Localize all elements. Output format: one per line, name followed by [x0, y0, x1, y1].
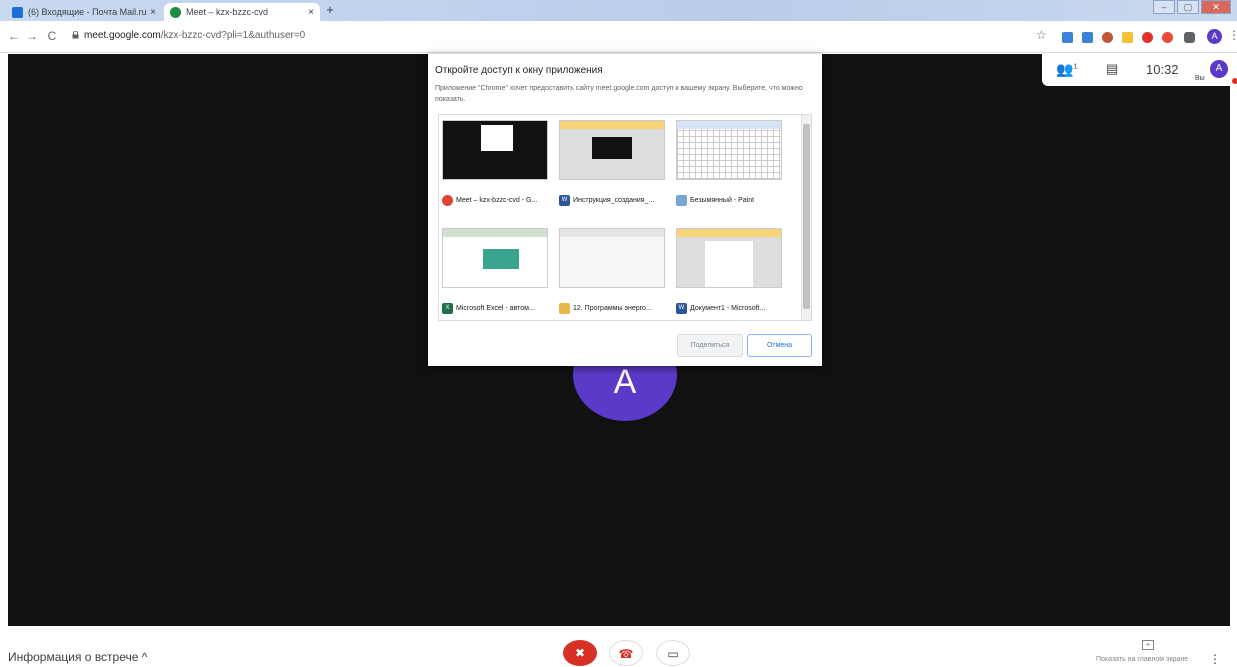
- extension-icon[interactable]: [1122, 32, 1133, 43]
- cancel-button[interactable]: Отмена: [747, 334, 812, 357]
- new-tab-button[interactable]: +: [322, 3, 338, 18]
- word-icon: W: [559, 194, 570, 206]
- browser-toolbar: ← → C meet.google.com/kzx-bzzc-cvd?pli=1…: [0, 21, 1237, 53]
- window-option[interactable]: W Документ1 - Microsoft...: [673, 223, 785, 323]
- extensions-puzzle-icon[interactable]: [1184, 32, 1195, 43]
- url-host: meet.google.com: [84, 30, 161, 41]
- window-title: Microsoft Excel - автом...: [456, 304, 535, 312]
- self-status-dot: [1232, 78, 1237, 84]
- meeting-clock: 10:32: [1146, 62, 1179, 77]
- maximize-button[interactable]: ▢: [1177, 0, 1199, 14]
- tab-meet[interactable]: Meet – kzx-bzzc-cvd ×: [164, 3, 320, 21]
- extension-icon[interactable]: [1062, 32, 1073, 43]
- window-thumbnail: [676, 120, 782, 180]
- forward-button[interactable]: →: [24, 28, 40, 44]
- window-label: W Инструкция_создания_...: [559, 193, 669, 207]
- window-title: Инструкция_создания_...: [573, 196, 655, 204]
- window-label: Meet – kzx-bzzc-cvd - G...: [442, 193, 552, 207]
- close-tab-icon[interactable]: ×: [150, 7, 156, 18]
- present-label[interactable]: Показать на главном экране: [1096, 656, 1188, 663]
- more-options-icon[interactable]: ⋮: [1209, 652, 1221, 666]
- minimize-button[interactable]: –: [1153, 0, 1175, 14]
- back-button[interactable]: ←: [6, 28, 22, 44]
- window-thumbnail: [442, 228, 548, 288]
- tab-title: Meet – kzx-bzzc-cvd: [186, 7, 269, 17]
- mic-off-icon: ✖: [574, 646, 586, 660]
- window-title: Meet – kzx-bzzc-cvd - G...: [456, 196, 538, 204]
- window-label: W Документ1 - Microsoft...: [676, 301, 786, 315]
- window-thumbnail: [676, 228, 782, 288]
- meeting-info-panel: 👥1 ▤ 10:32 Вы A: [1042, 54, 1237, 86]
- extension-icon[interactable]: [1082, 32, 1093, 43]
- extension-icon[interactable]: [1102, 32, 1113, 43]
- phone-hangup-icon: ☎: [618, 647, 634, 661]
- close-tab-icon[interactable]: ×: [308, 7, 314, 18]
- word-icon: W: [676, 302, 687, 314]
- bookmark-star-icon[interactable]: ☆: [1036, 28, 1047, 42]
- window-option[interactable]: Безымянный - Paint: [673, 115, 785, 215]
- window-thumbnail: [442, 120, 548, 180]
- camera-button[interactable]: ▭: [656, 640, 690, 666]
- hangup-button[interactable]: ☎: [609, 640, 643, 666]
- scrollbar[interactable]: [801, 115, 811, 320]
- dialog-description: Приложение "Chrome" хочет предоставить с…: [435, 85, 803, 103]
- window-option[interactable]: W Инструкция_создания_...: [556, 115, 668, 215]
- you-label: Вы: [1195, 75, 1205, 82]
- camera-icon: ▭: [667, 647, 679, 661]
- meeting-controls-bar: Информация о встрече ^ ✖ ☎ ▭ + Показать …: [0, 626, 1237, 666]
- people-icon: 👥: [1056, 61, 1074, 77]
- window-thumbnail: [559, 120, 665, 180]
- chrome-icon: [442, 194, 453, 206]
- excel-icon: X: [442, 302, 453, 314]
- people-count: 1: [1073, 63, 1078, 71]
- opera-icon[interactable]: [1142, 32, 1153, 43]
- window-option[interactable]: Meet – kzx-bzzc-cvd - G...: [439, 115, 551, 215]
- window-title: Безымянный - Paint: [690, 196, 755, 204]
- url-path: /kzx-bzzc-cvd?pli=1&authuser=0: [160, 30, 306, 41]
- meet-icon: [170, 6, 181, 18]
- window-label: Безымянный - Paint: [676, 193, 786, 207]
- chat-icon[interactable]: ▤: [1106, 61, 1118, 77]
- window-label: 12. Программы энерго...: [559, 301, 669, 315]
- extension-icon[interactable]: [1162, 32, 1173, 43]
- tab-title: (6) Входящие - Почта Mail.ru: [28, 7, 147, 17]
- lock-icon: [72, 30, 79, 39]
- window-picker-grid: Meet – kzx-bzzc-cvd - G... W Инструкция_…: [438, 114, 812, 321]
- browser-menu-icon[interactable]: ⋮: [1228, 28, 1237, 42]
- paint-icon: [676, 194, 687, 206]
- share-window-dialog: Откройте доступ к окну приложения Прилож…: [428, 54, 822, 366]
- tab-mail[interactable]: (6) Входящие - Почта Mail.ru ×: [6, 3, 162, 21]
- mic-off-button[interactable]: ✖: [563, 640, 597, 666]
- window-title: 12. Программы энерго...: [573, 304, 652, 312]
- profile-avatar[interactable]: A: [1207, 29, 1222, 44]
- close-window-button[interactable]: ✕: [1201, 0, 1231, 14]
- window-option[interactable]: 12. Программы энерго...: [556, 223, 668, 323]
- window-label: X Microsoft Excel - автом...: [442, 301, 552, 315]
- window-title: Документ1 - Microsoft...: [690, 304, 766, 312]
- share-button[interactable]: Поделиться: [677, 334, 743, 357]
- window-option[interactable]: X Microsoft Excel - автом...: [439, 223, 551, 323]
- address-bar[interactable]: meet.google.com/kzx-bzzc-cvd?pli=1&authu…: [84, 30, 305, 41]
- meeting-info-toggle[interactable]: Информация о встрече ^: [8, 650, 147, 664]
- mail-icon: [12, 6, 23, 18]
- dialog-title: Откройте доступ к окну приложения: [435, 65, 603, 76]
- reload-button[interactable]: C: [44, 28, 60, 44]
- self-avatar[interactable]: A: [1210, 60, 1228, 78]
- scrollbar-thumb[interactable]: [803, 124, 810, 309]
- present-screen-icon[interactable]: +: [1142, 640, 1154, 650]
- people-button[interactable]: 👥1: [1056, 61, 1077, 78]
- window-thumbnail: [559, 228, 665, 288]
- folder-icon: [559, 302, 570, 314]
- tab-strip: (6) Входящие - Почта Mail.ru × Meet – kz…: [0, 0, 1237, 21]
- window-controls: – ▢ ✕: [1153, 0, 1231, 14]
